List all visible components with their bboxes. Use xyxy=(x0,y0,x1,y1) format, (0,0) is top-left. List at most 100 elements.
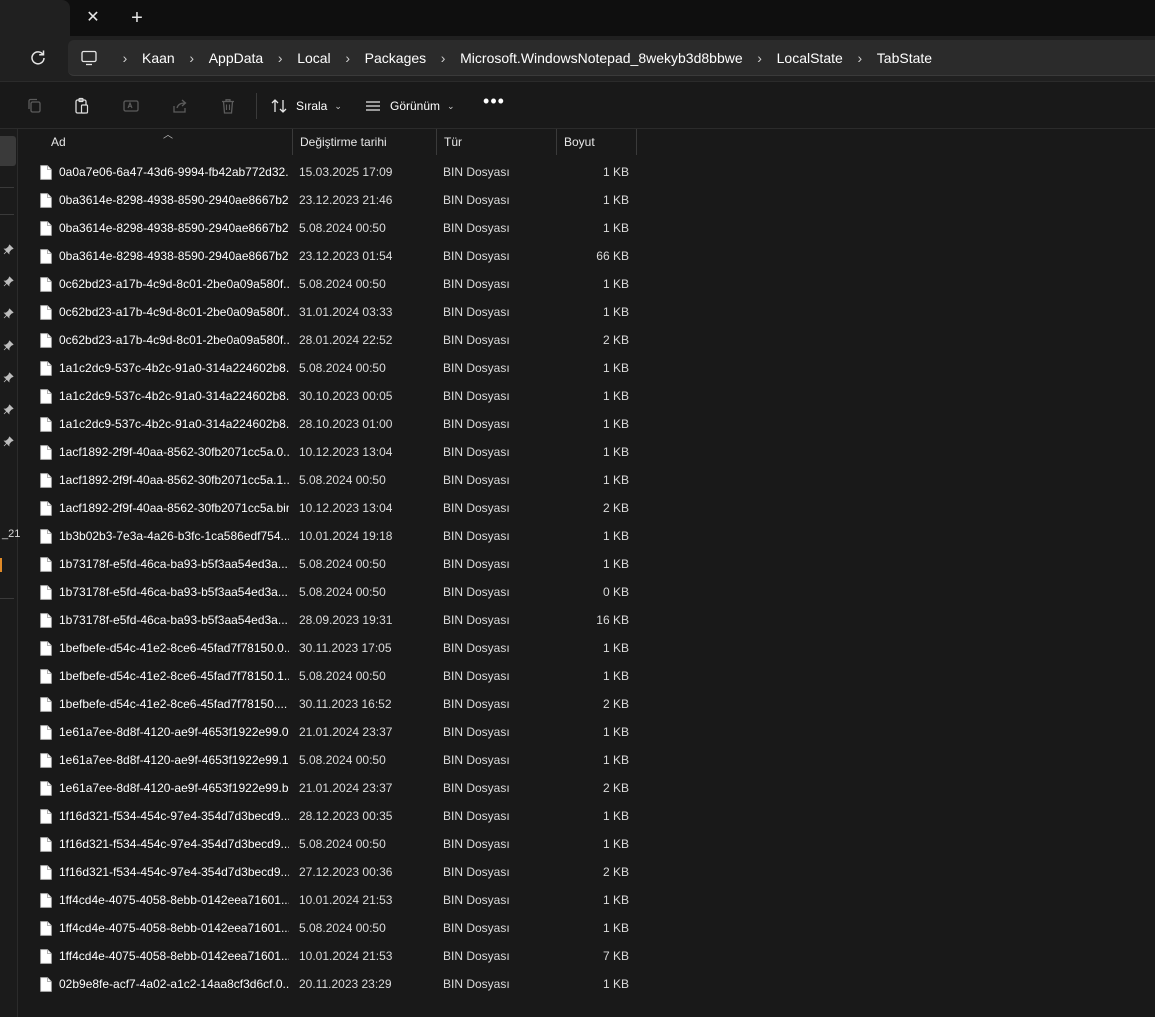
file-row[interactable]: 1f16d321-f534-454c-97e4-354d7d3becd9....… xyxy=(20,858,640,886)
file-date: 10.01.2024 21:53 xyxy=(299,893,393,907)
file-row[interactable]: 1e61a7ee-8d8f-4120-ae9f-4653f1922e99.1..… xyxy=(20,746,640,774)
file-date: 23.12.2023 01:54 xyxy=(299,249,393,263)
file-row[interactable]: 0ba3614e-8298-4938-8590-2940ae8667b2....… xyxy=(20,186,640,214)
nav-selected-item[interactable] xyxy=(0,136,16,166)
file-icon xyxy=(40,697,52,712)
command-bar: Sırala ⌄ Görünüm ⌄ ••• xyxy=(0,83,1155,129)
nav-drive-indicator xyxy=(0,558,2,572)
file-date: 21.01.2024 23:37 xyxy=(299,725,393,739)
file-row[interactable]: 1ff4cd4e-4075-4058-8ebb-0142eea71601....… xyxy=(20,886,640,914)
new-tab-button[interactable]: + xyxy=(124,6,150,30)
file-row[interactable]: 1b73178f-e5fd-46ca-ba93-b5f3aa54ed3a....… xyxy=(20,550,640,578)
column-header-date[interactable]: Değiştirme tarihi xyxy=(293,129,437,155)
file-date: 5.08.2024 00:50 xyxy=(299,753,386,767)
navigation-pane[interactable] xyxy=(0,129,18,1017)
address-bar[interactable]: › Kaan › AppData › Local › Packages › Microsoft.W… xyxy=(68,40,1155,76)
breadcrumb-item[interactable]: TabState xyxy=(877,50,932,66)
file-name: 0c62bd23-a17b-4c9d-8c01-2be0a09a580f.... xyxy=(59,277,289,291)
file-row[interactable]: 1e61a7ee-8d8f-4120-ae9f-4653f1922e99.b..… xyxy=(20,774,640,802)
file-icon xyxy=(40,557,52,572)
close-tab-icon[interactable]: ✕ xyxy=(80,6,106,30)
file-size: 1 KB xyxy=(602,809,629,823)
chevron-right-icon[interactable]: › xyxy=(108,50,142,66)
chevron-right-icon[interactable]: › xyxy=(743,50,777,66)
share-icon[interactable] xyxy=(170,96,190,116)
breadcrumb-item[interactable]: Local xyxy=(297,50,330,66)
file-row[interactable]: 1a1c2dc9-537c-4b2c-91a0-314a224602b8....… xyxy=(20,410,640,438)
file-row[interactable]: 1a1c2dc9-537c-4b2c-91a0-314a224602b8....… xyxy=(20,382,640,410)
file-row[interactable]: 0c62bd23-a17b-4c9d-8c01-2be0a09a580f....… xyxy=(20,270,640,298)
column-header-name[interactable]: Ad xyxy=(44,129,293,155)
view-button[interactable]: Görünüm ⌄ xyxy=(364,94,455,118)
file-date: 23.12.2023 21:46 xyxy=(299,193,393,207)
file-row[interactable]: 1befbefe-d54c-41e2-8ce6-45fad7f78150.0..… xyxy=(20,634,640,662)
file-row[interactable]: 1b3b02b3-7e3a-4a26-b3fc-1ca586edf754....… xyxy=(20,522,640,550)
file-row[interactable]: 0ba3614e-8298-4938-8590-2940ae8667b2....… xyxy=(20,214,640,242)
file-row[interactable]: 02b9e8fe-acf7-4a02-a1c2-14aa8cf3d6cf.0..… xyxy=(20,970,640,998)
file-row[interactable]: 1a1c2dc9-537c-4b2c-91a0-314a224602b8....… xyxy=(20,354,640,382)
file-row[interactable]: 1ff4cd4e-4075-4058-8ebb-0142eea71601....… xyxy=(20,942,640,970)
file-size: 2 KB xyxy=(602,697,629,711)
paste-icon[interactable] xyxy=(72,96,92,116)
file-row[interactable]: 1acf1892-2f9f-40aa-8562-30fb2071cc5a.1..… xyxy=(20,466,640,494)
breadcrumb-item[interactable]: LocalState xyxy=(777,50,843,66)
file-row[interactable]: 1b73178f-e5fd-46ca-ba93-b5f3aa54ed3a....… xyxy=(20,578,640,606)
file-icon xyxy=(40,921,52,936)
file-size: 7 KB xyxy=(602,949,629,963)
file-icon xyxy=(40,221,52,236)
file-row[interactable]: 1f16d321-f534-454c-97e4-354d7d3becd9....… xyxy=(20,802,640,830)
file-row[interactable]: 0c62bd23-a17b-4c9d-8c01-2be0a09a580f....… xyxy=(20,326,640,354)
file-name: 1a1c2dc9-537c-4b2c-91a0-314a224602b8.... xyxy=(59,389,289,403)
column-header-size[interactable]: Boyut xyxy=(557,129,637,155)
more-options-button[interactable]: ••• xyxy=(481,92,507,118)
file-row[interactable]: 1acf1892-2f9f-40aa-8562-30fb2071cc5a.bin… xyxy=(20,494,640,522)
file-name: 0a0a7e06-6a47-43d6-9994-fb42ab772d32.... xyxy=(59,165,289,179)
sort-icon xyxy=(271,99,287,113)
active-tab[interactable] xyxy=(0,0,70,36)
chevron-right-icon[interactable]: › xyxy=(175,50,209,66)
file-type: BIN Dosyası xyxy=(443,837,510,851)
file-type: BIN Dosyası xyxy=(443,725,510,739)
file-row[interactable]: 1befbefe-d54c-41e2-8ce6-45fad7f78150....… xyxy=(20,690,640,718)
breadcrumb-item[interactable]: Microsoft.WindowsNotepad_8wekyb3d8bbwe xyxy=(460,50,742,66)
file-row[interactable]: 1acf1892-2f9f-40aa-8562-30fb2071cc5a.0..… xyxy=(20,438,640,466)
nav-item-fragment[interactable]: _21 xyxy=(2,528,20,540)
chevron-right-icon[interactable]: › xyxy=(331,50,365,66)
file-size: 1 KB xyxy=(602,921,629,935)
file-row[interactable]: 0c62bd23-a17b-4c9d-8c01-2be0a09a580f....… xyxy=(20,298,640,326)
rename-icon[interactable] xyxy=(121,96,141,116)
view-icon xyxy=(366,101,380,111)
copy-icon[interactable] xyxy=(25,96,45,116)
file-row[interactable]: 0ba3614e-8298-4938-8590-2940ae8667b2....… xyxy=(20,242,640,270)
file-name: 1f16d321-f534-454c-97e4-354d7d3becd9.... xyxy=(59,809,289,823)
file-row[interactable]: 1ff4cd4e-4075-4058-8ebb-0142eea71601....… xyxy=(20,914,640,942)
nav-divider xyxy=(0,214,14,215)
file-icon xyxy=(40,865,52,880)
file-row[interactable]: 1befbefe-d54c-41e2-8ce6-45fad7f78150.1..… xyxy=(20,662,640,690)
file-size: 1 KB xyxy=(602,277,629,291)
column-header-type[interactable]: Tür xyxy=(437,129,557,155)
chevron-right-icon[interactable]: › xyxy=(843,50,877,66)
file-row[interactable]: 1b73178f-e5fd-46ca-ba93-b5f3aa54ed3a....… xyxy=(20,606,640,634)
file-type: BIN Dosyası xyxy=(443,697,510,711)
refresh-icon[interactable] xyxy=(26,46,50,70)
file-size: 1 KB xyxy=(602,445,629,459)
file-row[interactable]: 1f16d321-f534-454c-97e4-354d7d3becd9....… xyxy=(20,830,640,858)
file-row[interactable]: 1e61a7ee-8d8f-4120-ae9f-4653f1922e99.0..… xyxy=(20,718,640,746)
sort-button[interactable]: Sırala ⌄ xyxy=(270,94,342,118)
chevron-down-icon: ⌄ xyxy=(334,100,342,111)
file-row[interactable]: 0a0a7e06-6a47-43d6-9994-fb42ab772d32....… xyxy=(20,158,640,186)
file-size: 2 KB xyxy=(602,781,629,795)
file-name: 1acf1892-2f9f-40aa-8562-30fb2071cc5a.0..… xyxy=(59,445,289,459)
file-icon xyxy=(40,417,52,432)
file-name: 1a1c2dc9-537c-4b2c-91a0-314a224602b8.... xyxy=(59,417,289,431)
delete-icon[interactable] xyxy=(218,96,238,116)
chevron-right-icon[interactable]: › xyxy=(263,50,297,66)
file-date: 5.08.2024 00:50 xyxy=(299,473,386,487)
breadcrumb-item[interactable]: AppData xyxy=(209,50,263,66)
file-name: 0c62bd23-a17b-4c9d-8c01-2be0a09a580f.... xyxy=(59,305,289,319)
breadcrumb-item[interactable]: Packages xyxy=(365,50,426,66)
this-pc-icon[interactable] xyxy=(80,49,98,67)
breadcrumb-item[interactable]: Kaan xyxy=(142,50,175,66)
chevron-right-icon[interactable]: › xyxy=(426,50,460,66)
